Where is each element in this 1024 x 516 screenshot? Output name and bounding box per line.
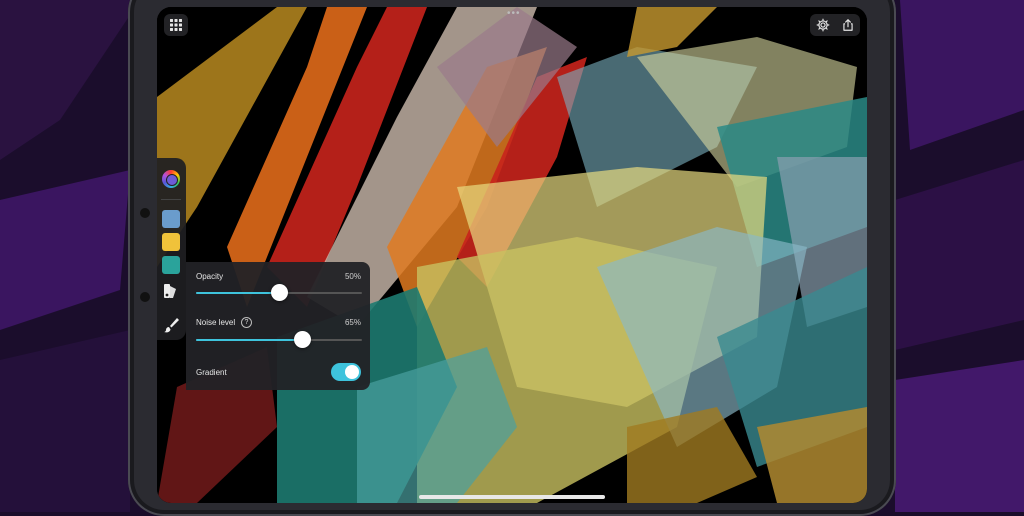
toolbar-divider [161, 199, 181, 200]
tablet-screen: ••• Opacity 50% Noise level ? 65% Gradie… [157, 7, 867, 503]
noise-slider-fill [196, 339, 304, 341]
palette-tool-button[interactable] [162, 282, 180, 300]
gradient-toggle[interactable] [331, 363, 361, 381]
grid-icon [170, 19, 182, 31]
share-button[interactable] [841, 18, 855, 32]
opacity-slider[interactable] [196, 284, 362, 301]
toggle-knob [345, 365, 359, 379]
swatch-blue[interactable] [162, 210, 180, 228]
gear-icon [816, 18, 829, 32]
opacity-slider-knob[interactable] [271, 284, 288, 301]
brush-settings-panel: Opacity 50% Noise level ? 65% Gradient [186, 262, 370, 390]
gradient-label: Gradient [196, 368, 227, 377]
noise-slider-knob[interactable] [294, 331, 311, 348]
noise-level-value: 65% [344, 318, 361, 327]
settings-button[interactable] [816, 18, 830, 32]
opacity-label: Opacity [196, 272, 224, 281]
top-right-actions [810, 14, 860, 36]
camera-dot [140, 208, 150, 218]
color-picker-button[interactable] [162, 170, 180, 188]
artwork-canvas[interactable] [157, 7, 867, 503]
home-indicator[interactable] [419, 495, 605, 499]
share-icon [842, 19, 853, 31]
opacity-value: 50% [344, 272, 361, 281]
noise-level-slider[interactable] [196, 331, 362, 348]
swatch-teal[interactable] [162, 256, 180, 274]
camera-dot [140, 292, 150, 302]
opacity-slider-fill [196, 292, 279, 294]
noise-level-label: Noise level [196, 318, 236, 327]
menu-button[interactable] [164, 14, 188, 36]
multitasking-grabber[interactable]: ••• [507, 9, 520, 19]
swatch-yellow[interactable] [162, 233, 180, 251]
left-toolbar [157, 158, 186, 340]
help-icon[interactable]: ? [241, 317, 252, 328]
brush-icon [164, 318, 179, 333]
brush-tool-button[interactable] [162, 316, 180, 334]
palette-icon [164, 284, 176, 298]
